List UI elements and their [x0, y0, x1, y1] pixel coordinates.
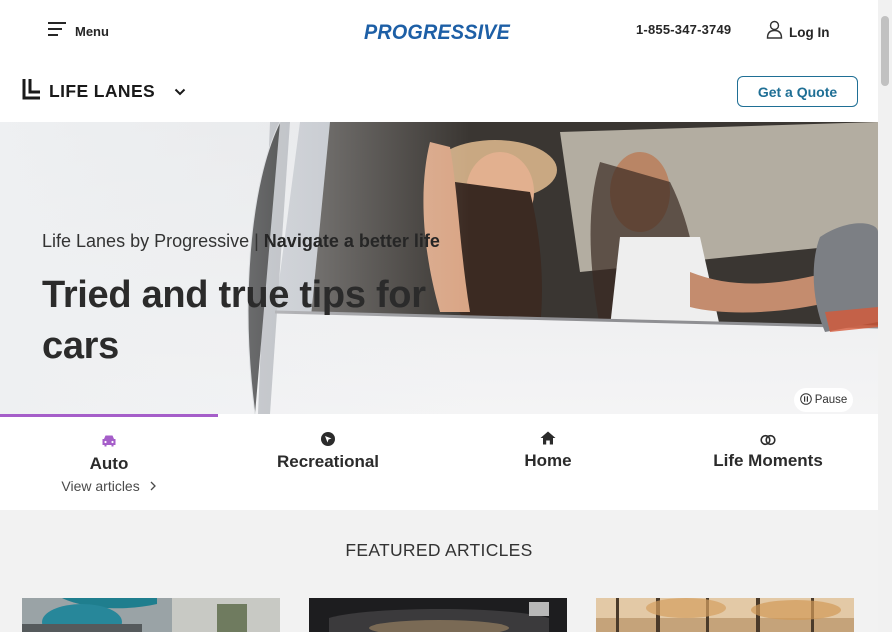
scrollbar-thumb[interactable]: [881, 16, 889, 86]
user-icon: [766, 20, 783, 44]
tab-auto-label: Auto: [89, 454, 129, 473]
home-icon: [540, 431, 556, 450]
life-lanes-bar: LIFE LANES Get a Quote: [0, 62, 878, 122]
menu-label: Menu: [75, 23, 109, 39]
article-image-1: [22, 598, 280, 632]
life-lanes-label: LIFE LANES: [49, 81, 156, 101]
hamburger-icon: [48, 21, 66, 41]
article-card-3[interactable]: [596, 598, 854, 632]
pause-icon: [799, 392, 812, 408]
pause-button[interactable]: Pause: [794, 388, 853, 412]
page-scrollbar[interactable]: [878, 0, 892, 632]
tab-recreational[interactable]: Recreational: [219, 414, 437, 510]
hero-eyebrow-tagline: Navigate a better life: [263, 231, 440, 251]
menu-button[interactable]: Menu: [48, 20, 109, 42]
featured-articles-heading: FEATURED ARTICLES: [345, 540, 533, 560]
article-image-2: [309, 598, 567, 632]
rings-icon: [760, 433, 776, 451]
hero-banner: Life Lanes by Progressive | Navigate a b…: [0, 122, 878, 414]
life-lanes-logo-icon: [22, 78, 42, 105]
phone-number[interactable]: 1-855-347-3749: [636, 22, 731, 37]
car-icon: [101, 434, 117, 453]
life-lanes-dropdown[interactable]: LIFE LANES: [22, 78, 186, 105]
hero-eyebrow: Life Lanes by Progressive | Navigate a b…: [42, 231, 440, 252]
chevron-down-icon: [174, 83, 186, 101]
progressive-logo[interactable]: PROGRESSIVE: [362, 17, 514, 45]
logo-text: PROGRESSIVE: [364, 21, 511, 44]
login-button[interactable]: Log In: [766, 20, 830, 44]
tab-life-moments-label: Life Moments: [713, 451, 823, 470]
tab-auto[interactable]: Auto View articles: [0, 414, 218, 510]
article-card-1[interactable]: [22, 598, 280, 632]
article-card-2[interactable]: [309, 598, 567, 632]
tab-recreational-label: Recreational: [276, 452, 380, 471]
tab-life-moments[interactable]: Life Moments: [659, 414, 877, 510]
featured-articles-section: FEATURED ARTICLES: [0, 510, 878, 632]
chevron-right-icon: [140, 478, 157, 494]
hero-title: Tried and true tips for cars: [42, 274, 426, 367]
view-articles-label: View articles: [61, 478, 140, 494]
get-a-quote-button[interactable]: Get a Quote: [737, 76, 858, 107]
article-image-3: [596, 598, 854, 632]
tab-home[interactable]: Home: [439, 414, 657, 510]
category-tabs: Auto View articles Recreational Home Lif…: [0, 414, 878, 510]
top-header: Menu PROGRESSIVE 1-855-347-3749 Log In: [0, 0, 878, 62]
login-label: Log In: [789, 24, 830, 40]
hero-eyebrow-prefix: Life Lanes by Progressive |: [42, 231, 264, 251]
tab-home-label: Home: [524, 451, 572, 470]
view-articles-link[interactable]: View articles: [0, 478, 218, 494]
compass-icon: [320, 431, 336, 452]
pause-label: Pause: [814, 394, 848, 406]
